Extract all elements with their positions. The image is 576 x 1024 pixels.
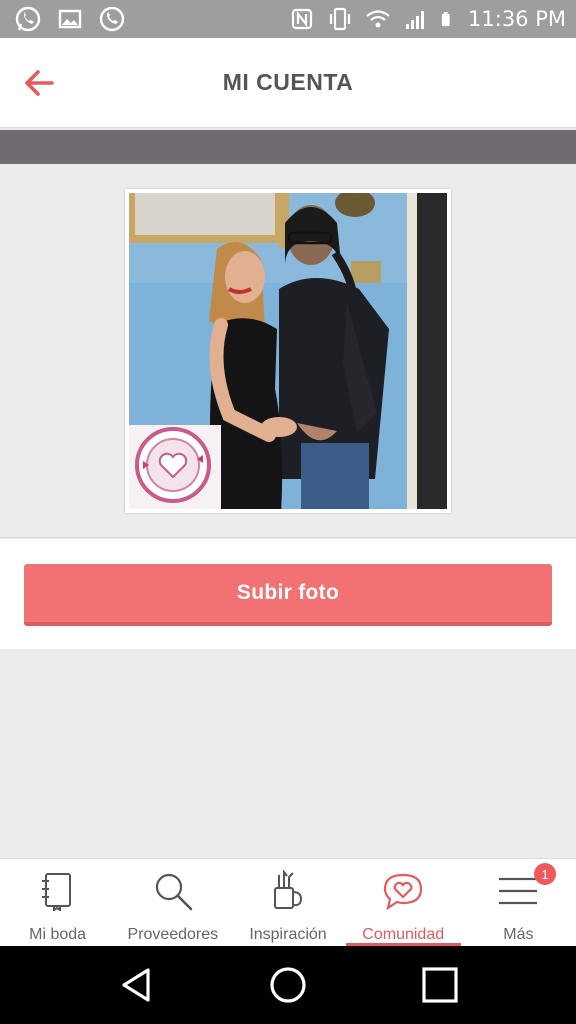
menu-icon	[499, 877, 538, 905]
phone-wifi-icon	[99, 6, 125, 32]
system-home-button[interactable]	[264, 961, 312, 1009]
whatsapp-icon	[15, 6, 41, 32]
bottom-nav: Mi boda Proveedores Inspiración Comunida…	[0, 858, 576, 946]
header-band	[0, 130, 576, 164]
nav-item-mi-boda[interactable]: Mi boda	[0, 859, 115, 946]
notification-badge: 1	[534, 863, 557, 885]
profile-photo-section	[0, 164, 576, 538]
nav-label-mi-boda: Mi boda	[29, 926, 87, 943]
battery-icon	[441, 11, 450, 27]
heart-chat-icon	[384, 873, 423, 911]
notebook-icon	[41, 873, 71, 911]
system-recents-button[interactable]	[416, 961, 464, 1009]
status-time: 11:36 PM	[468, 7, 566, 31]
nav-item-mas[interactable]: 1 Más	[461, 859, 576, 946]
nav-item-comunidad[interactable]: Comunidad	[345, 859, 462, 946]
search-icon	[155, 873, 193, 911]
brush-cup-icon	[274, 870, 303, 909]
status-left-icons	[14, 5, 126, 33]
nav-item-inspiracion[interactable]: Inspiración	[230, 859, 345, 946]
nav-label-comunidad: Comunidad	[362, 926, 445, 943]
nav-label-mas: Más	[503, 926, 534, 943]
page-title: MI CUENTA	[222, 69, 354, 95]
system-back-button[interactable]	[112, 961, 160, 1009]
image-icon	[58, 9, 82, 29]
status-right-icons: 11:36 PM	[288, 5, 566, 33]
nav-item-proveedores[interactable]: Proveedores	[115, 859, 230, 946]
nav-label-inspiracion: Inspiración	[249, 926, 327, 943]
wifi-icon	[366, 10, 390, 28]
home-circle-icon	[270, 967, 306, 1003]
upload-section: Subir foto	[0, 539, 576, 649]
status-bar: 11:36 PM	[0, 0, 576, 38]
profile-photo	[125, 189, 451, 513]
recents-square-icon	[422, 967, 458, 1003]
back-triangle-icon	[122, 968, 150, 1002]
nfc-icon	[291, 8, 313, 30]
system-nav-bar	[0, 946, 576, 1024]
upload-photo-button[interactable]: Subir foto	[24, 564, 552, 626]
vibrate-icon	[329, 7, 351, 31]
nav-label-proveedores: Proveedores	[127, 926, 219, 943]
signal-icon	[406, 11, 425, 29]
app-header: MI CUENTA	[0, 38, 576, 128]
